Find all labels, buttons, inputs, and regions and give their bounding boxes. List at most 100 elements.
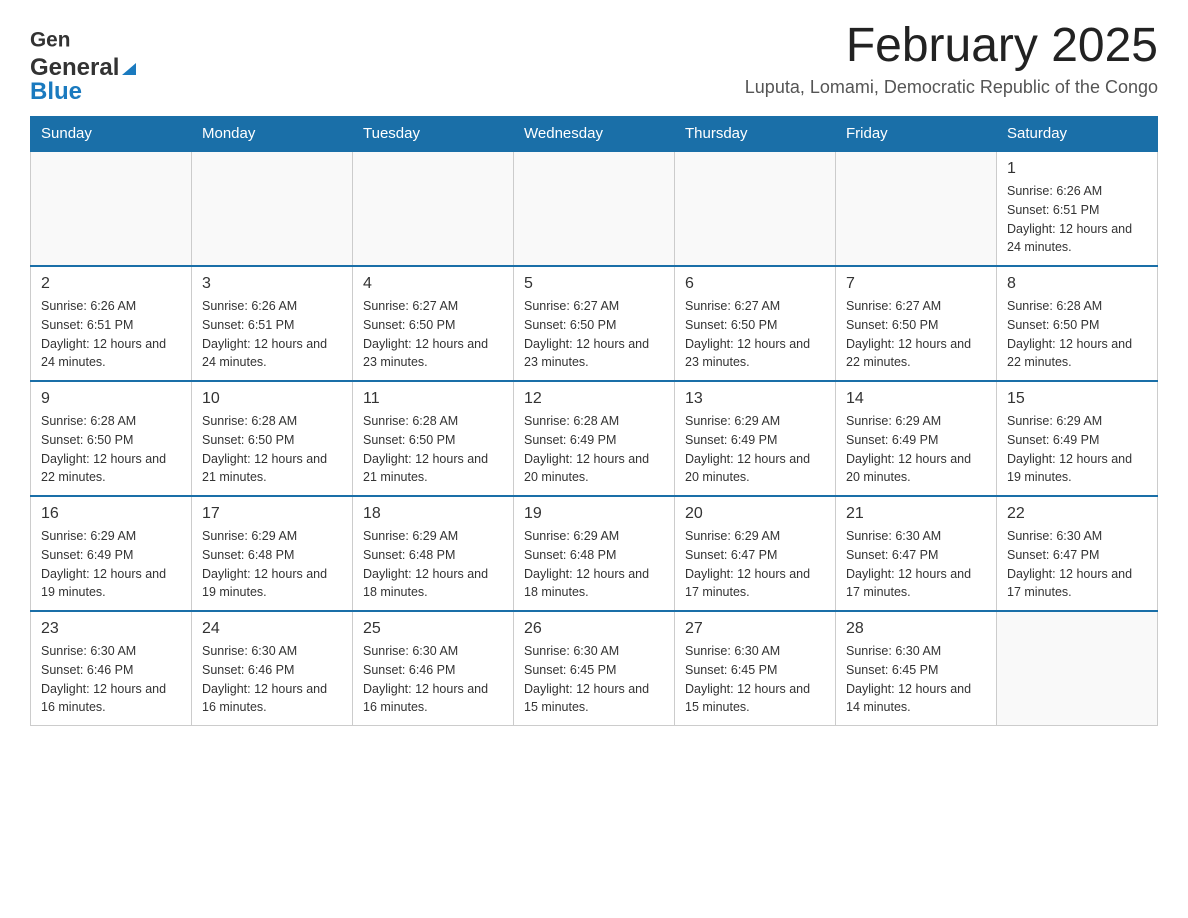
calendar-day: 20 Sunrise: 6:29 AMSunset: 6:47 PMDayligh… xyxy=(675,496,836,611)
calendar-day xyxy=(31,151,192,266)
day-number: 18 xyxy=(363,505,503,523)
day-info: Sunrise: 6:30 AMSunset: 6:45 PMDaylight:… xyxy=(685,642,825,717)
day-info: Sunrise: 6:30 AMSunset: 6:46 PMDaylight:… xyxy=(202,642,342,717)
day-info: Sunrise: 6:29 AMSunset: 6:49 PMDaylight:… xyxy=(685,412,825,487)
day-header-friday: Friday xyxy=(836,117,997,152)
calendar-day: 18 Sunrise: 6:29 AMSunset: 6:48 PMDayligh… xyxy=(353,496,514,611)
calendar-day: 5 Sunrise: 6:27 AMSunset: 6:50 PMDaylight… xyxy=(514,266,675,381)
calendar-day: 16 Sunrise: 6:29 AMSunset: 6:49 PMDayligh… xyxy=(31,496,192,611)
calendar-day: 25Sunrise: 6:30 AMSunset: 6:46 PMDayligh… xyxy=(353,611,514,726)
day-info: Sunrise: 6:30 AMSunset: 6:46 PMDaylight:… xyxy=(41,642,181,717)
day-info: Sunrise: 6:30 AMSunset: 6:45 PMDaylight:… xyxy=(524,642,664,717)
calendar-day: 1 Sunrise: 6:26 AMSunset: 6:51 PMDaylight… xyxy=(997,151,1158,266)
calendar-day xyxy=(192,151,353,266)
calendar-day: 3Sunrise: 6:26 AMSunset: 6:51 PMDaylight… xyxy=(192,266,353,381)
week-row-2: 2 Sunrise: 6:26 AMSunset: 6:51 PMDaylight… xyxy=(31,266,1158,381)
calendar-day xyxy=(997,611,1158,726)
day-info: Sunrise: 6:28 AMSunset: 6:50 PMDaylight:… xyxy=(363,412,503,487)
day-info: Sunrise: 6:29 AMSunset: 6:49 PMDaylight:… xyxy=(1007,412,1147,487)
calendar-day: 2Sunrise: 6:26 AMSunset: 6:51 PMDaylight… xyxy=(31,266,192,381)
day-number: 4 xyxy=(363,275,503,293)
calendar-day xyxy=(353,151,514,266)
page-header: General General Blue February 2025 Luput… xyxy=(30,20,1158,106)
calendar-subtitle: Luputa, Lomami, Democratic Republic of t… xyxy=(745,77,1158,98)
day-number: 24 xyxy=(202,620,342,638)
calendar-day: 12 Sunrise: 6:28 AMSunset: 6:49 PMDayligh… xyxy=(514,381,675,496)
calendar-day: 26 Sunrise: 6:30 AMSunset: 6:45 PMDayligh… xyxy=(514,611,675,726)
calendar-day: 23 Sunrise: 6:30 AMSunset: 6:46 PMDayligh… xyxy=(31,611,192,726)
calendar-day: 10Sunrise: 6:28 AMSunset: 6:50 PMDayligh… xyxy=(192,381,353,496)
day-info: Sunrise: 6:29 AMSunset: 6:49 PMDaylight:… xyxy=(41,527,181,602)
logo-triangle-icon xyxy=(120,59,138,77)
day-header-saturday: Saturday xyxy=(997,117,1158,152)
calendar-day: 11 Sunrise: 6:28 AMSunset: 6:50 PMDayligh… xyxy=(353,381,514,496)
day-number: 21 xyxy=(846,505,986,523)
day-number: 15 xyxy=(1007,390,1147,408)
day-number: 14 xyxy=(846,390,986,408)
week-row-4: 16 Sunrise: 6:29 AMSunset: 6:49 PMDayligh… xyxy=(31,496,1158,611)
day-info: Sunrise: 6:30 AMSunset: 6:45 PMDaylight:… xyxy=(846,642,986,717)
calendar-day: 24 Sunrise: 6:30 AMSunset: 6:46 PMDayligh… xyxy=(192,611,353,726)
day-number: 25 xyxy=(363,620,503,638)
day-number: 2 xyxy=(41,275,181,293)
day-info: Sunrise: 6:28 AMSunset: 6:50 PMDaylight:… xyxy=(41,412,181,487)
calendar-table: SundayMondayTuesdayWednesdayThursdayFrid… xyxy=(30,116,1158,726)
calendar-day: 19 Sunrise: 6:29 AMSunset: 6:48 PMDayligh… xyxy=(514,496,675,611)
day-info: Sunrise: 6:27 AMSunset: 6:50 PMDaylight:… xyxy=(524,297,664,372)
calendar-day: 17Sunrise: 6:29 AMSunset: 6:48 PMDayligh… xyxy=(192,496,353,611)
day-info: Sunrise: 6:29 AMSunset: 6:49 PMDaylight:… xyxy=(846,412,986,487)
day-info: Sunrise: 6:29 AMSunset: 6:48 PMDaylight:… xyxy=(524,527,664,602)
day-number: 12 xyxy=(524,390,664,408)
day-info: Sunrise: 6:28 AMSunset: 6:50 PMDaylight:… xyxy=(1007,297,1147,372)
calendar-day xyxy=(514,151,675,266)
day-header-tuesday: Tuesday xyxy=(353,117,514,152)
day-header-wednesday: Wednesday xyxy=(514,117,675,152)
day-number: 26 xyxy=(524,620,664,638)
week-row-3: 9 Sunrise: 6:28 AMSunset: 6:50 PMDaylight… xyxy=(31,381,1158,496)
calendar-day: 21 Sunrise: 6:30 AMSunset: 6:47 PMDayligh… xyxy=(836,496,997,611)
logo-blue-text: Blue xyxy=(30,78,82,105)
calendar-day: 9 Sunrise: 6:28 AMSunset: 6:50 PMDaylight… xyxy=(31,381,192,496)
day-info: Sunrise: 6:30 AMSunset: 6:47 PMDaylight:… xyxy=(846,527,986,602)
calendar-day: 7Sunrise: 6:27 AMSunset: 6:50 PMDaylight… xyxy=(836,266,997,381)
day-number: 8 xyxy=(1007,275,1147,293)
week-row-1: 1 Sunrise: 6:26 AMSunset: 6:51 PMDaylight… xyxy=(31,151,1158,266)
calendar-day: 14 Sunrise: 6:29 AMSunset: 6:49 PMDayligh… xyxy=(836,381,997,496)
calendar-day: 28 Sunrise: 6:30 AMSunset: 6:45 PMDayligh… xyxy=(836,611,997,726)
day-info: Sunrise: 6:29 AMSunset: 6:47 PMDaylight:… xyxy=(685,527,825,602)
day-info: Sunrise: 6:26 AMSunset: 6:51 PMDaylight:… xyxy=(202,297,342,372)
day-number: 10 xyxy=(202,390,342,408)
day-header-monday: Monday xyxy=(192,117,353,152)
day-number: 7 xyxy=(846,275,986,293)
day-header-thursday: Thursday xyxy=(675,117,836,152)
calendar-title: February 2025 xyxy=(745,20,1158,73)
day-number: 28 xyxy=(846,620,986,638)
calendar-day: 22 Sunrise: 6:30 AMSunset: 6:47 PMDayligh… xyxy=(997,496,1158,611)
day-info: Sunrise: 6:30 AMSunset: 6:47 PMDaylight:… xyxy=(1007,527,1147,602)
day-number: 23 xyxy=(41,620,181,638)
day-number: 27 xyxy=(685,620,825,638)
day-info: Sunrise: 6:26 AMSunset: 6:51 PMDaylight:… xyxy=(1007,182,1147,257)
day-number: 1 xyxy=(1007,160,1147,178)
day-number: 22 xyxy=(1007,505,1147,523)
calendar-day xyxy=(836,151,997,266)
day-number: 11 xyxy=(363,390,503,408)
day-number: 20 xyxy=(685,505,825,523)
calendar-day: 6Sunrise: 6:27 AMSunset: 6:50 PMDaylight… xyxy=(675,266,836,381)
title-area: February 2025 Luputa, Lomami, Democratic… xyxy=(745,20,1158,98)
day-info: Sunrise: 6:28 AMSunset: 6:49 PMDaylight:… xyxy=(524,412,664,487)
svg-text:General: General xyxy=(30,28,70,51)
day-number: 9 xyxy=(41,390,181,408)
day-number: 6 xyxy=(685,275,825,293)
day-number: 5 xyxy=(524,275,664,293)
day-number: 16 xyxy=(41,505,181,523)
calendar-day: 15 Sunrise: 6:29 AMSunset: 6:49 PMDayligh… xyxy=(997,381,1158,496)
day-header-sunday: Sunday xyxy=(31,117,192,152)
week-row-5: 23 Sunrise: 6:30 AMSunset: 6:46 PMDayligh… xyxy=(31,611,1158,726)
calendar-day: 8 Sunrise: 6:28 AMSunset: 6:50 PMDaylight… xyxy=(997,266,1158,381)
calendar-header-row: SundayMondayTuesdayWednesdayThursdayFrid… xyxy=(31,117,1158,152)
day-info: Sunrise: 6:27 AMSunset: 6:50 PMDaylight:… xyxy=(363,297,503,372)
calendar-day xyxy=(675,151,836,266)
day-info: Sunrise: 6:29 AMSunset: 6:48 PMDaylight:… xyxy=(363,527,503,602)
day-number: 19 xyxy=(524,505,664,523)
